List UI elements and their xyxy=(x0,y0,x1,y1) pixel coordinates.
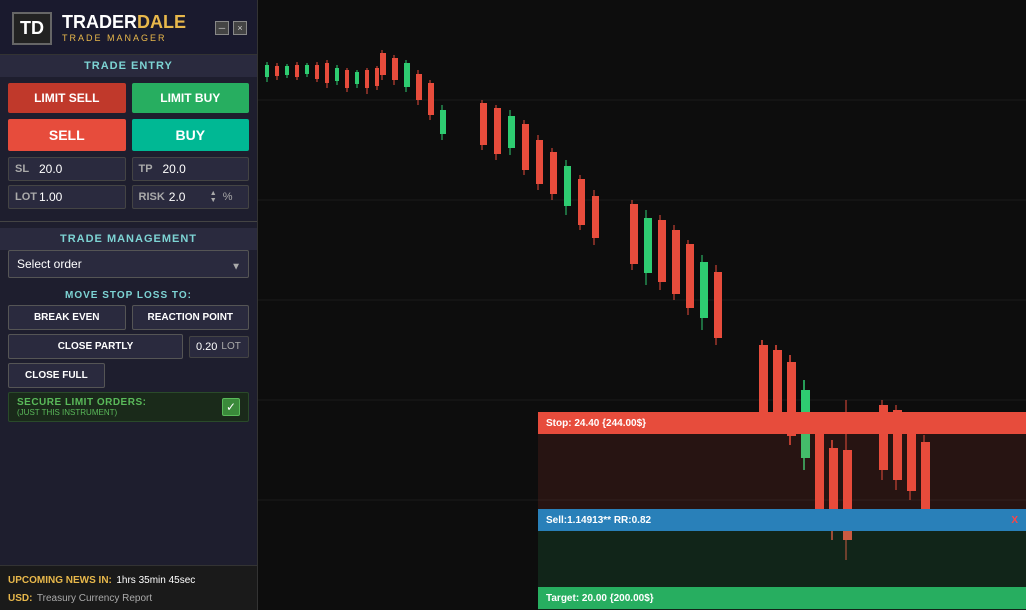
close-partly-button[interactable]: CLOSE PARTLY xyxy=(8,334,183,359)
news-currency: USD: xyxy=(8,593,32,604)
logo-subtitle: TRADE MANAGER xyxy=(62,33,186,43)
secure-orders-label: SECURE LIMIT ORDERS: xyxy=(17,397,146,408)
reaction-point-button[interactable]: REACTION POINT xyxy=(132,305,250,330)
lot-field: LOT xyxy=(8,185,126,209)
sell-label: Sell:1.14913** RR:0.82 xyxy=(546,515,651,526)
select-order-wrapper: Select order ▼ xyxy=(8,250,249,284)
left-panel: TD TRADER DALE TRADE MANAGER ─ × TRADE E… xyxy=(0,0,258,610)
minimize-button[interactable]: ─ xyxy=(215,21,229,35)
limit-sell-button[interactable]: LIMIT SELL xyxy=(8,83,126,113)
close-lot-row: CLOSE PARTLY 0.20 LOT xyxy=(8,334,249,359)
sell-line: Sell:1.14913** RR:0.82 X xyxy=(538,509,1026,531)
close-full-button[interactable]: CLOSE FULL xyxy=(8,363,105,388)
news-timer: 1hrs 35min 45sec xyxy=(116,575,195,586)
risk-down-icon[interactable]: ▼ xyxy=(210,197,217,204)
sell-close-button[interactable]: X xyxy=(1011,515,1018,526)
close-full-row: CLOSE FULL xyxy=(8,363,249,392)
lot-risk-row: LOT RISK ▲ ▼ % xyxy=(8,185,249,209)
close-button[interactable]: × xyxy=(233,21,247,35)
buy-button[interactable]: BUY xyxy=(132,119,250,151)
tp-field: TP xyxy=(132,157,250,181)
sl-input[interactable] xyxy=(39,162,119,176)
sl-tp-row: SL TP xyxy=(8,157,249,181)
logo-controls: ─ × xyxy=(215,21,247,35)
divider-1 xyxy=(0,221,257,222)
break-even-button[interactable]: BREAK EVEN xyxy=(8,305,126,330)
sl-label: SL xyxy=(15,163,35,175)
news-section: UPCOMING NEWS IN: 1hrs 35min 45sec USD: … xyxy=(0,565,257,610)
sell-buy-buttons-row: SELL BUY xyxy=(8,119,249,151)
secure-orders-checkbox[interactable]: ✓ xyxy=(222,398,240,416)
lot-label: LOT xyxy=(15,191,35,203)
tp-label: TP xyxy=(139,163,159,175)
secure-orders-row: SECURE LIMIT ORDERS: (JUST THIS INSTRUME… xyxy=(8,392,249,422)
limit-buttons-row: LIMIT SELL LIMIT BUY xyxy=(8,83,249,113)
risk-field: RISK ▲ ▼ % xyxy=(132,185,250,209)
target-line: Target: 20.00 {200.00$} xyxy=(538,587,1026,609)
trade-entry-header: TRADE ENTRY xyxy=(0,55,257,77)
lot-input[interactable] xyxy=(39,190,119,204)
sl-field: SL xyxy=(8,157,126,181)
close-lot-field: 0.20 LOT xyxy=(189,336,249,358)
logo-area: TD TRADER DALE TRADE MANAGER ─ × xyxy=(0,0,257,55)
logo-trader: TRADER xyxy=(62,13,137,31)
logo-td-text: TD xyxy=(12,12,52,45)
checkmark-icon: ✓ xyxy=(226,400,236,414)
close-lot-value: 0.20 xyxy=(196,341,217,353)
trade-management-header: TRADE MANAGEMENT xyxy=(0,228,257,250)
trade-management-section: Select order ▼ MOVE STOP LOSS TO: BREAK … xyxy=(0,250,257,432)
sell-button[interactable]: SELL xyxy=(8,119,126,151)
limit-buy-button[interactable]: LIMIT BUY xyxy=(132,83,250,113)
news-row-1: UPCOMING NEWS IN: 1hrs 35min 45sec xyxy=(8,570,249,588)
risk-label: RISK xyxy=(139,191,165,203)
news-report: Treasury Currency Report xyxy=(37,593,152,604)
stop-label: Stop: 24.40 {244.00$} xyxy=(546,418,646,429)
secure-orders-text: SECURE LIMIT ORDERS: (JUST THIS INSTRUME… xyxy=(17,397,146,417)
logo-text: TRADER DALE TRADE MANAGER xyxy=(62,13,186,43)
move-stop-label: MOVE STOP LOSS TO: xyxy=(8,290,249,301)
news-row-2: USD: Treasury Currency Report xyxy=(8,588,249,606)
risk-up-icon[interactable]: ▲ xyxy=(210,190,217,197)
stop-loss-buttons-row: BREAK EVEN REACTION POINT xyxy=(8,305,249,330)
logo-icon: TD xyxy=(10,8,54,48)
select-order-dropdown[interactable]: Select order xyxy=(8,250,249,278)
stop-line: Stop: 24.40 {244.00$} xyxy=(538,412,1026,434)
upcoming-news-label: UPCOMING NEWS IN: xyxy=(8,575,112,586)
logo-dale: DALE xyxy=(137,13,186,31)
chart-area: Stop: 24.40 {244.00$} Sell:1.14913** RR:… xyxy=(258,0,1026,610)
risk-stepper[interactable]: ▲ ▼ xyxy=(210,190,217,204)
risk-input[interactable] xyxy=(169,190,204,204)
trade-entry-section: LIMIT SELL LIMIT BUY SELL BUY SL TP LOT … xyxy=(0,77,257,215)
secure-orders-sub: (JUST THIS INSTRUMENT) xyxy=(17,408,146,417)
percent-sign: % xyxy=(223,191,233,203)
tp-input[interactable] xyxy=(163,162,243,176)
target-label: Target: 20.00 {200.00$} xyxy=(546,593,654,604)
close-lot-label: LOT xyxy=(221,341,240,352)
